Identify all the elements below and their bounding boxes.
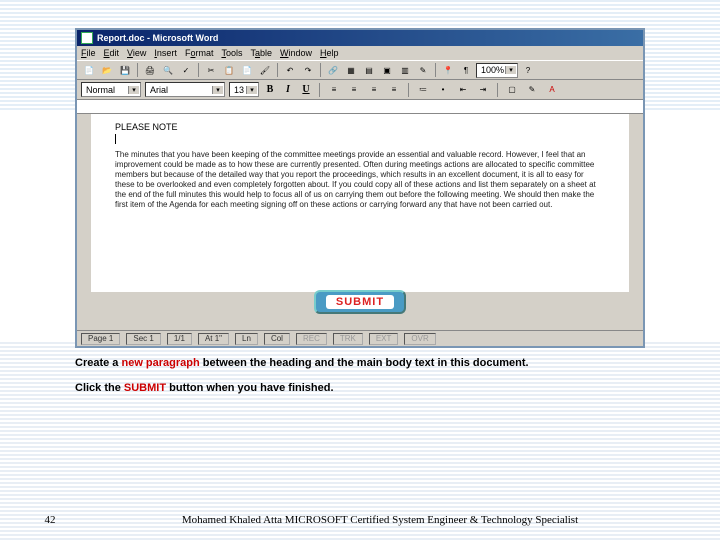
- status-ext: EXT: [369, 333, 399, 345]
- align-left-icon[interactable]: ≡: [326, 82, 342, 98]
- status-rec: REC: [296, 333, 327, 345]
- submit-button[interactable]: SUBMIT: [314, 290, 406, 314]
- copy-icon[interactable]: 📋: [221, 62, 237, 78]
- status-sec: Sec 1: [126, 333, 160, 345]
- excel-icon[interactable]: ▣: [379, 62, 395, 78]
- bold-button[interactable]: B: [263, 84, 277, 95]
- menu-format[interactable]: Format: [185, 48, 214, 58]
- submit-label: SUBMIT: [326, 295, 394, 309]
- spell-icon[interactable]: ✓: [178, 62, 194, 78]
- instructions: Create a new paragraph between the headi…: [75, 355, 645, 396]
- separator: [320, 63, 321, 77]
- paste-icon[interactable]: 📄: [239, 62, 255, 78]
- separator: [319, 83, 320, 97]
- menu-tools[interactable]: Tools: [221, 48, 242, 58]
- instruction-line-2: Click the SUBMIT button when you have fi…: [75, 380, 645, 397]
- justify-icon[interactable]: ≡: [386, 82, 402, 98]
- save-icon[interactable]: 💾: [117, 62, 133, 78]
- decrease-indent-icon[interactable]: ⇤: [455, 82, 471, 98]
- text-cursor: [115, 134, 116, 144]
- doc-heading: PLEASE NOTE: [115, 122, 605, 132]
- menu-table[interactable]: Table: [250, 48, 272, 58]
- doc-body: The minutes that you have been keeping o…: [115, 150, 605, 210]
- menubar: File Edit View Insert Format Tools Table…: [77, 46, 643, 60]
- table-insert-icon[interactable]: ▤: [361, 62, 377, 78]
- separator: [137, 63, 138, 77]
- borders-icon[interactable]: ▢: [504, 82, 520, 98]
- help-icon[interactable]: ?: [520, 62, 536, 78]
- ruler: [77, 100, 643, 114]
- menu-window[interactable]: Window: [280, 48, 312, 58]
- underline-button[interactable]: U: [299, 84, 313, 95]
- menu-view[interactable]: View: [127, 48, 146, 58]
- undo-icon[interactable]: ↶: [282, 62, 298, 78]
- size-combo[interactable]: 13: [229, 82, 259, 97]
- drawing-icon[interactable]: ✎: [415, 62, 431, 78]
- status-pages: 1/1: [167, 333, 192, 345]
- increase-indent-icon[interactable]: ⇥: [475, 82, 491, 98]
- italic-button[interactable]: I: [281, 84, 295, 95]
- status-page: Page 1: [81, 333, 120, 345]
- redo-icon[interactable]: ↷: [300, 62, 316, 78]
- instruction-line-1: Create a new paragraph between the headi…: [75, 355, 645, 372]
- menu-insert[interactable]: Insert: [154, 48, 177, 58]
- align-center-icon[interactable]: ≡: [346, 82, 362, 98]
- tables-icon[interactable]: ▦: [343, 62, 359, 78]
- titlebar: Report.doc - Microsoft Word: [77, 30, 643, 46]
- separator: [497, 83, 498, 97]
- font-combo[interactable]: Arial: [145, 82, 225, 97]
- slide-footer: 42 Mohamed Khaled Atta MICROSOFT Certifi…: [0, 514, 720, 526]
- font-color-icon[interactable]: A: [544, 82, 560, 98]
- submit-area: SUBMIT: [77, 286, 643, 318]
- print-icon[interactable]: 🖨: [142, 62, 158, 78]
- status-ln: Ln: [235, 333, 258, 345]
- numbering-icon[interactable]: ≔: [415, 82, 431, 98]
- statusbar: Page 1 Sec 1 1/1 At 1" Ln Col REC TRK EX…: [77, 330, 643, 346]
- word-window: Report.doc - Microsoft Word File Edit Vi…: [75, 28, 645, 348]
- cut-icon[interactable]: ✂: [203, 62, 219, 78]
- status-col: Col: [264, 333, 290, 345]
- document-area[interactable]: PLEASE NOTE The minutes that you have be…: [77, 114, 643, 292]
- style-combo[interactable]: Normal: [81, 82, 141, 97]
- word-icon: [81, 32, 93, 44]
- separator: [277, 63, 278, 77]
- format-painter-icon[interactable]: 🖌: [257, 62, 273, 78]
- formatting-toolbar: Normal Arial 13 B I U ≡ ≡ ≡ ≡ ≔ • ⇤ ⇥ ▢ …: [77, 80, 643, 100]
- separator: [408, 83, 409, 97]
- align-right-icon[interactable]: ≡: [366, 82, 382, 98]
- standard-toolbar: 📄 📂 💾 🖨 🔍 ✓ ✂ 📋 📄 🖌 ↶ ↷ 🔗 ▦ ▤ ▣ ▥ ✎ 📍 ¶ …: [77, 60, 643, 80]
- menu-file[interactable]: File: [81, 48, 96, 58]
- new-icon[interactable]: 📄: [81, 62, 97, 78]
- highlight-icon[interactable]: ✎: [524, 82, 540, 98]
- menu-edit[interactable]: Edit: [104, 48, 120, 58]
- menu-help[interactable]: Help: [320, 48, 339, 58]
- window-title: Report.doc - Microsoft Word: [97, 33, 218, 43]
- separator: [435, 63, 436, 77]
- columns-icon[interactable]: ▥: [397, 62, 413, 78]
- show-hide-icon[interactable]: ¶: [458, 62, 474, 78]
- zoom-combo[interactable]: 100%: [476, 63, 518, 78]
- status-ovr: OVR: [404, 333, 435, 345]
- page-number: 42: [0, 514, 100, 526]
- separator: [198, 63, 199, 77]
- footer-credit: Mohamed Khaled Atta MICROSOFT Certified …: [100, 514, 660, 526]
- hyperlink-icon[interactable]: 🔗: [325, 62, 341, 78]
- status-at: At 1": [198, 333, 229, 345]
- bullets-icon[interactable]: •: [435, 82, 451, 98]
- open-icon[interactable]: 📂: [99, 62, 115, 78]
- map-icon[interactable]: 📍: [440, 62, 456, 78]
- preview-icon[interactable]: 🔍: [160, 62, 176, 78]
- status-trk: TRK: [333, 333, 363, 345]
